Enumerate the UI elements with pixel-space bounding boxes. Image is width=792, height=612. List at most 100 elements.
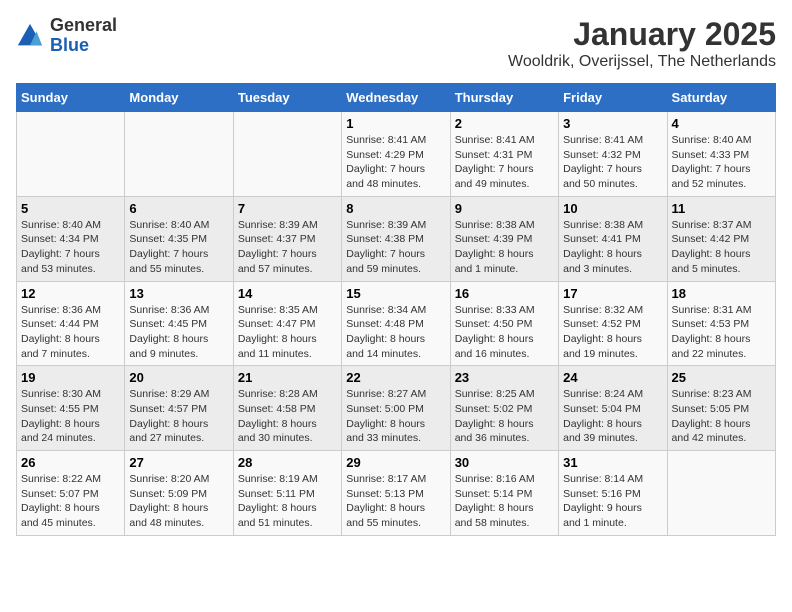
- logo: General Blue: [16, 16, 117, 56]
- calendar-week-5: 26Sunrise: 8:22 AM Sunset: 5:07 PM Dayli…: [17, 451, 776, 536]
- calendar-cell: 23 Sunrise: 8:25 AM Sunset: 5:02 PM Dayli…: [450, 366, 558, 451]
- logo-general: General: [50, 16, 117, 36]
- day-info: Sunrise: 8:28 AM Sunset: 4:58 PM Dayligh…: [238, 387, 337, 446]
- day-number: 6: [129, 201, 228, 216]
- day-number: 5: [21, 201, 120, 216]
- calendar-cell: 4 Sunrise: 8:40 AM Sunset: 4:33 PM Daylig…: [667, 112, 775, 197]
- day-info: Sunrise: 8:37 AM Sunset: 4:42 PM Dayligh…: [672, 218, 771, 277]
- calendar-cell: [667, 451, 775, 536]
- calendar-cell: 2 Sunrise: 8:41 AM Sunset: 4:31 PM Daylig…: [450, 112, 558, 197]
- day-info: Sunrise: 8:39 AM Sunset: 4:37 PM Dayligh…: [238, 218, 337, 277]
- day-info: Sunrise: 8:40 AM Sunset: 4:33 PM Dayligh…: [672, 133, 771, 192]
- day-number: 1: [346, 116, 445, 131]
- calendar-cell: 11Sunrise: 8:37 AM Sunset: 4:42 PM Dayli…: [667, 196, 775, 281]
- day-number: 31: [563, 455, 662, 470]
- day-number: 15: [346, 286, 445, 301]
- logo-text: General Blue: [50, 16, 117, 56]
- calendar-table: SundayMondayTuesdayWednesdayThursdayFrid…: [16, 83, 776, 536]
- day-info: Sunrise: 8:25 AM Sunset: 5:02 PM Dayligh…: [455, 387, 554, 446]
- calendar-header-row: SundayMondayTuesdayWednesdayThursdayFrid…: [17, 84, 776, 112]
- calendar-cell: 15 Sunrise: 8:34 AM Sunset: 4:48 PM Dayli…: [342, 281, 450, 366]
- calendar-cell: [17, 112, 125, 197]
- calendar-cell: 7 Sunrise: 8:39 AM Sunset: 4:37 PM Daylig…: [233, 196, 341, 281]
- day-info: Sunrise: 8:31 AM Sunset: 4:53 PM Dayligh…: [672, 303, 771, 362]
- header-saturday: Saturday: [667, 84, 775, 112]
- day-info: Sunrise: 8:41 AM Sunset: 4:32 PM Dayligh…: [563, 133, 662, 192]
- day-info: Sunrise: 8:40 AM Sunset: 4:34 PM Dayligh…: [21, 218, 120, 277]
- day-info: Sunrise: 8:38 AM Sunset: 4:41 PM Dayligh…: [563, 218, 662, 277]
- day-info: Sunrise: 8:40 AM Sunset: 4:35 PM Dayligh…: [129, 218, 228, 277]
- calendar-cell: 20 Sunrise: 8:29 AM Sunset: 4:57 PM Dayli…: [125, 366, 233, 451]
- day-info: Sunrise: 8:29 AM Sunset: 4:57 PM Dayligh…: [129, 387, 228, 446]
- day-info: Sunrise: 8:36 AM Sunset: 4:44 PM Dayligh…: [21, 303, 120, 362]
- day-number: 8: [346, 201, 445, 216]
- header-monday: Monday: [125, 84, 233, 112]
- day-info: Sunrise: 8:23 AM Sunset: 5:05 PM Dayligh…: [672, 387, 771, 446]
- day-number: 29: [346, 455, 445, 470]
- day-info: Sunrise: 8:33 AM Sunset: 4:50 PM Dayligh…: [455, 303, 554, 362]
- calendar-cell: 14 Sunrise: 8:35 AM Sunset: 4:47 PM Dayli…: [233, 281, 341, 366]
- header-tuesday: Tuesday: [233, 84, 341, 112]
- calendar-cell: 27Sunrise: 8:20 AM Sunset: 5:09 PM Dayli…: [125, 451, 233, 536]
- calendar-cell: [233, 112, 341, 197]
- calendar-cell: 10Sunrise: 8:38 AM Sunset: 4:41 PM Dayli…: [559, 196, 667, 281]
- calendar-cell: [125, 112, 233, 197]
- day-number: 23: [455, 370, 554, 385]
- day-info: Sunrise: 8:36 AM Sunset: 4:45 PM Dayligh…: [129, 303, 228, 362]
- logo-blue: Blue: [50, 36, 117, 56]
- day-info: Sunrise: 8:41 AM Sunset: 4:29 PM Dayligh…: [346, 133, 445, 192]
- day-info: Sunrise: 8:20 AM Sunset: 5:09 PM Dayligh…: [129, 472, 228, 531]
- calendar-cell: 29 Sunrise: 8:17 AM Sunset: 5:13 PM Dayli…: [342, 451, 450, 536]
- calendar-cell: 6 Sunrise: 8:40 AM Sunset: 4:35 PM Daylig…: [125, 196, 233, 281]
- calendar-cell: 8Sunrise: 8:39 AM Sunset: 4:38 PM Daylig…: [342, 196, 450, 281]
- page-title: January 2025: [508, 16, 776, 53]
- logo-icon: [16, 22, 44, 50]
- calendar-cell: 9Sunrise: 8:38 AM Sunset: 4:39 PM Daylig…: [450, 196, 558, 281]
- day-number: 17: [563, 286, 662, 301]
- day-number: 20: [129, 370, 228, 385]
- day-info: Sunrise: 8:24 AM Sunset: 5:04 PM Dayligh…: [563, 387, 662, 446]
- calendar-cell: 28Sunrise: 8:19 AM Sunset: 5:11 PM Dayli…: [233, 451, 341, 536]
- calendar-cell: 5 Sunrise: 8:40 AM Sunset: 4:34 PM Daylig…: [17, 196, 125, 281]
- day-number: 14: [238, 286, 337, 301]
- day-info: Sunrise: 8:34 AM Sunset: 4:48 PM Dayligh…: [346, 303, 445, 362]
- day-info: Sunrise: 8:41 AM Sunset: 4:31 PM Dayligh…: [455, 133, 554, 192]
- calendar-week-4: 19 Sunrise: 8:30 AM Sunset: 4:55 PM Dayli…: [17, 366, 776, 451]
- day-number: 2: [455, 116, 554, 131]
- calendar-cell: 30 Sunrise: 8:16 AM Sunset: 5:14 PM Dayli…: [450, 451, 558, 536]
- calendar-cell: 16Sunrise: 8:33 AM Sunset: 4:50 PM Dayli…: [450, 281, 558, 366]
- calendar-cell: 26Sunrise: 8:22 AM Sunset: 5:07 PM Dayli…: [17, 451, 125, 536]
- day-number: 22: [346, 370, 445, 385]
- day-info: Sunrise: 8:16 AM Sunset: 5:14 PM Dayligh…: [455, 472, 554, 531]
- day-info: Sunrise: 8:32 AM Sunset: 4:52 PM Dayligh…: [563, 303, 662, 362]
- day-number: 12: [21, 286, 120, 301]
- day-number: 30: [455, 455, 554, 470]
- calendar-cell: 17 Sunrise: 8:32 AM Sunset: 4:52 PM Dayli…: [559, 281, 667, 366]
- header-friday: Friday: [559, 84, 667, 112]
- day-info: Sunrise: 8:35 AM Sunset: 4:47 PM Dayligh…: [238, 303, 337, 362]
- day-number: 21: [238, 370, 337, 385]
- calendar-cell: 1 Sunrise: 8:41 AM Sunset: 4:29 PM Daylig…: [342, 112, 450, 197]
- calendar-cell: 13Sunrise: 8:36 AM Sunset: 4:45 PM Dayli…: [125, 281, 233, 366]
- calendar-cell: 22 Sunrise: 8:27 AM Sunset: 5:00 PM Dayli…: [342, 366, 450, 451]
- calendar-week-3: 12 Sunrise: 8:36 AM Sunset: 4:44 PM Dayli…: [17, 281, 776, 366]
- calendar-cell: 12 Sunrise: 8:36 AM Sunset: 4:44 PM Dayli…: [17, 281, 125, 366]
- header-thursday: Thursday: [450, 84, 558, 112]
- day-info: Sunrise: 8:17 AM Sunset: 5:13 PM Dayligh…: [346, 472, 445, 531]
- calendar-cell: 24 Sunrise: 8:24 AM Sunset: 5:04 PM Dayli…: [559, 366, 667, 451]
- day-info: Sunrise: 8:27 AM Sunset: 5:00 PM Dayligh…: [346, 387, 445, 446]
- day-number: 4: [672, 116, 771, 131]
- header-sunday: Sunday: [17, 84, 125, 112]
- day-number: 19: [21, 370, 120, 385]
- day-number: 7: [238, 201, 337, 216]
- day-info: Sunrise: 8:22 AM Sunset: 5:07 PM Dayligh…: [21, 472, 120, 531]
- day-info: Sunrise: 8:30 AM Sunset: 4:55 PM Dayligh…: [21, 387, 120, 446]
- calendar-week-1: 1 Sunrise: 8:41 AM Sunset: 4:29 PM Daylig…: [17, 112, 776, 197]
- calendar-cell: 21 Sunrise: 8:28 AM Sunset: 4:58 PM Dayli…: [233, 366, 341, 451]
- page-header: General Blue January 2025 Wooldrik, Over…: [16, 16, 776, 71]
- header-wednesday: Wednesday: [342, 84, 450, 112]
- title-block: January 2025 Wooldrik, Overijssel, The N…: [508, 16, 776, 71]
- day-number: 25: [672, 370, 771, 385]
- calendar-cell: 18Sunrise: 8:31 AM Sunset: 4:53 PM Dayli…: [667, 281, 775, 366]
- day-number: 24: [563, 370, 662, 385]
